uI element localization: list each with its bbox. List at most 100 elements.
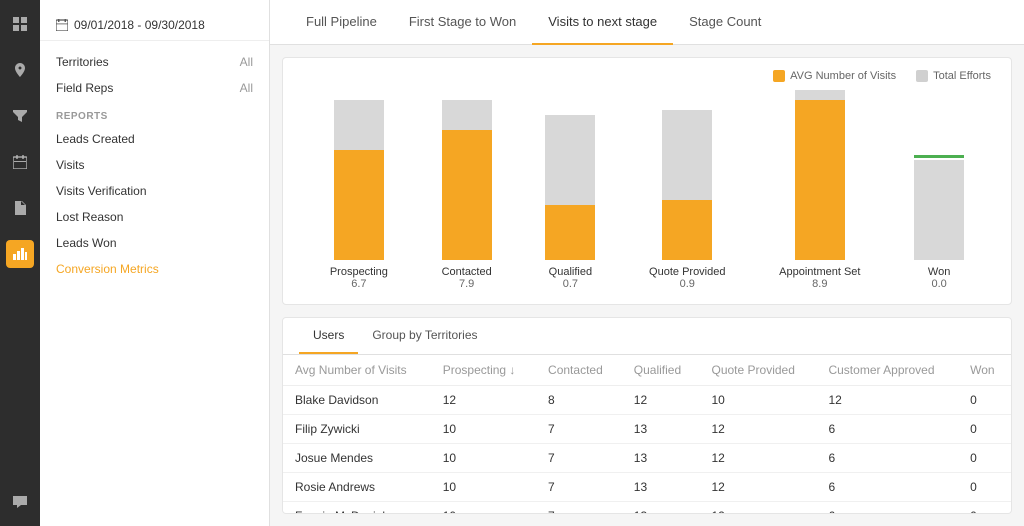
tab-stage-count[interactable]: Stage Count bbox=[673, 0, 777, 45]
bar-stack bbox=[914, 85, 964, 260]
bar-yellow-segment bbox=[795, 100, 845, 260]
table-header-cell: Quote Provided bbox=[700, 355, 817, 386]
menu-item-visits-verification[interactable]: Visits Verification bbox=[40, 178, 269, 204]
table-cell-value: 13 bbox=[622, 415, 700, 444]
table-row: Blake Davidson1281210120 bbox=[283, 386, 1011, 415]
chart-bars: Prospecting6.7Contacted7.9Qualified0.7Qu… bbox=[303, 90, 991, 290]
bar-value: 0.7 bbox=[563, 278, 578, 290]
menu-item-leads-created[interactable]: Leads Created bbox=[40, 126, 269, 152]
table-container: Users Group by Territories Avg Number of… bbox=[282, 317, 1012, 514]
tab-full-pipeline[interactable]: Full Pipeline bbox=[290, 0, 393, 45]
table-cell-value: 7 bbox=[536, 415, 622, 444]
menu-item-visits[interactable]: Visits bbox=[40, 152, 269, 178]
legend-avg-visits: AVG Number of Visits bbox=[773, 70, 896, 82]
bar-stack bbox=[442, 85, 492, 260]
bar-value: 8.9 bbox=[812, 278, 827, 290]
table-cell-name: Blake Davidson bbox=[283, 386, 431, 415]
bar-label: Won bbox=[928, 266, 950, 278]
bar-yellow-segment bbox=[442, 130, 492, 260]
table-cell-value: 7 bbox=[536, 444, 622, 473]
date-range-text: 09/01/2018 - 09/30/2018 bbox=[74, 18, 205, 32]
bar-yellow-segment bbox=[334, 150, 384, 260]
table-cell-name: Rosie Andrews bbox=[283, 473, 431, 502]
territories-label: Territories bbox=[56, 55, 109, 69]
table-cell-value: 0 bbox=[958, 415, 1011, 444]
table-cell-value: 13 bbox=[622, 473, 700, 502]
icon-sidebar bbox=[0, 0, 40, 526]
bar-value: 0.9 bbox=[680, 278, 695, 290]
tabs-bar: Full Pipeline First Stage to Won Visits … bbox=[270, 0, 1024, 45]
bar-label: Contacted bbox=[442, 266, 492, 278]
table-header-cell: Qualified bbox=[622, 355, 700, 386]
data-table: Avg Number of VisitsProspecting ↓Contact… bbox=[283, 355, 1011, 514]
chart-legend: AVG Number of Visits Total Efforts bbox=[303, 70, 991, 82]
chart-bar-icon[interactable] bbox=[6, 240, 34, 268]
tab-first-stage-to-won[interactable]: First Stage to Won bbox=[393, 0, 532, 45]
grid-icon[interactable] bbox=[6, 10, 34, 38]
fieldreps-filter: Field Reps All bbox=[40, 75, 269, 101]
bar-gray-segment bbox=[334, 100, 384, 150]
table-cell-value: 12 bbox=[700, 444, 817, 473]
table-cell-value: 13 bbox=[622, 502, 700, 515]
bar-stack bbox=[545, 85, 595, 260]
bar-value: 7.9 bbox=[459, 278, 474, 290]
table-cell-value: 6 bbox=[816, 473, 958, 502]
table-cell-value: 10 bbox=[431, 444, 536, 473]
legend-total-efforts: Total Efforts bbox=[916, 70, 991, 82]
table-header-cell: Prospecting ↓ bbox=[431, 355, 536, 386]
territories-filter: Territories All bbox=[40, 49, 269, 75]
table-head: Avg Number of VisitsProspecting ↓Contact… bbox=[283, 355, 1011, 386]
bar-label: Quote Provided bbox=[649, 266, 725, 278]
left-panel: 09/01/2018 - 09/30/2018 Territories All … bbox=[40, 0, 270, 526]
legend-total-label: Total Efforts bbox=[933, 70, 991, 82]
table-cell-value: 7 bbox=[536, 502, 622, 515]
table-cell-value: 6 bbox=[816, 444, 958, 473]
filter-icon[interactable] bbox=[6, 102, 34, 130]
bar-gray-segment bbox=[545, 115, 595, 205]
legend-avg-label: AVG Number of Visits bbox=[790, 70, 896, 82]
table-cell-value: 12 bbox=[431, 386, 536, 415]
table-header-cell: Won bbox=[958, 355, 1011, 386]
menu-item-conversion-metrics[interactable]: Conversion Metrics bbox=[40, 256, 269, 282]
bar-label: Appointment Set bbox=[779, 266, 860, 278]
chat-icon[interactable] bbox=[6, 488, 34, 516]
table-cell-name: Josue Mendes bbox=[283, 444, 431, 473]
table-cell-value: 10 bbox=[700, 386, 817, 415]
bar-gray-segment bbox=[662, 110, 712, 200]
table-header-cell: Customer Approved bbox=[816, 355, 958, 386]
table-cell-value: 12 bbox=[700, 502, 817, 515]
location-icon[interactable] bbox=[6, 56, 34, 84]
table-cell-name: Fannie McDaniel bbox=[283, 502, 431, 515]
table-row: Josue Mendes107131260 bbox=[283, 444, 1011, 473]
bar-label: Prospecting bbox=[330, 266, 388, 278]
table-cell-value: 10 bbox=[431, 502, 536, 515]
table-header-cell: Contacted bbox=[536, 355, 622, 386]
table-cell-name: Filip Zywicki bbox=[283, 415, 431, 444]
bar-stack bbox=[662, 85, 712, 260]
bar-gray-segment bbox=[914, 160, 964, 260]
calendar-icon[interactable] bbox=[6, 148, 34, 176]
table-row: Rosie Andrews107131260 bbox=[283, 473, 1011, 502]
green-line-indicator bbox=[914, 155, 964, 158]
chart-container: AVG Number of Visits Total Efforts Prosp… bbox=[282, 57, 1012, 305]
reports-section-label: REPORTS bbox=[40, 101, 269, 126]
table-header-cell: Avg Number of Visits bbox=[283, 355, 431, 386]
menu-item-lost-reason[interactable]: Lost Reason bbox=[40, 204, 269, 230]
table-cell-value: 12 bbox=[622, 386, 700, 415]
tab-visits-to-next-stage[interactable]: Visits to next stage bbox=[532, 0, 673, 45]
table-cell-value: 8 bbox=[536, 386, 622, 415]
calendar-small-icon bbox=[56, 19, 68, 31]
table-cell-value: 13 bbox=[622, 444, 700, 473]
document-icon[interactable] bbox=[6, 194, 34, 222]
bar-group: Won0.0 bbox=[914, 85, 964, 290]
table-cell-value: 0 bbox=[958, 502, 1011, 515]
table-cell-value: 10 bbox=[431, 473, 536, 502]
table-tab-users[interactable]: Users bbox=[299, 318, 358, 354]
table-tab-territories[interactable]: Group by Territories bbox=[358, 318, 491, 354]
bar-gray-segment bbox=[442, 100, 492, 130]
menu-item-leads-won[interactable]: Leads Won bbox=[40, 230, 269, 256]
bar-group: Contacted7.9 bbox=[442, 85, 492, 290]
table-cell-value: 10 bbox=[431, 415, 536, 444]
legend-dot-yellow bbox=[773, 70, 785, 82]
table-cell-value: 6 bbox=[816, 415, 958, 444]
